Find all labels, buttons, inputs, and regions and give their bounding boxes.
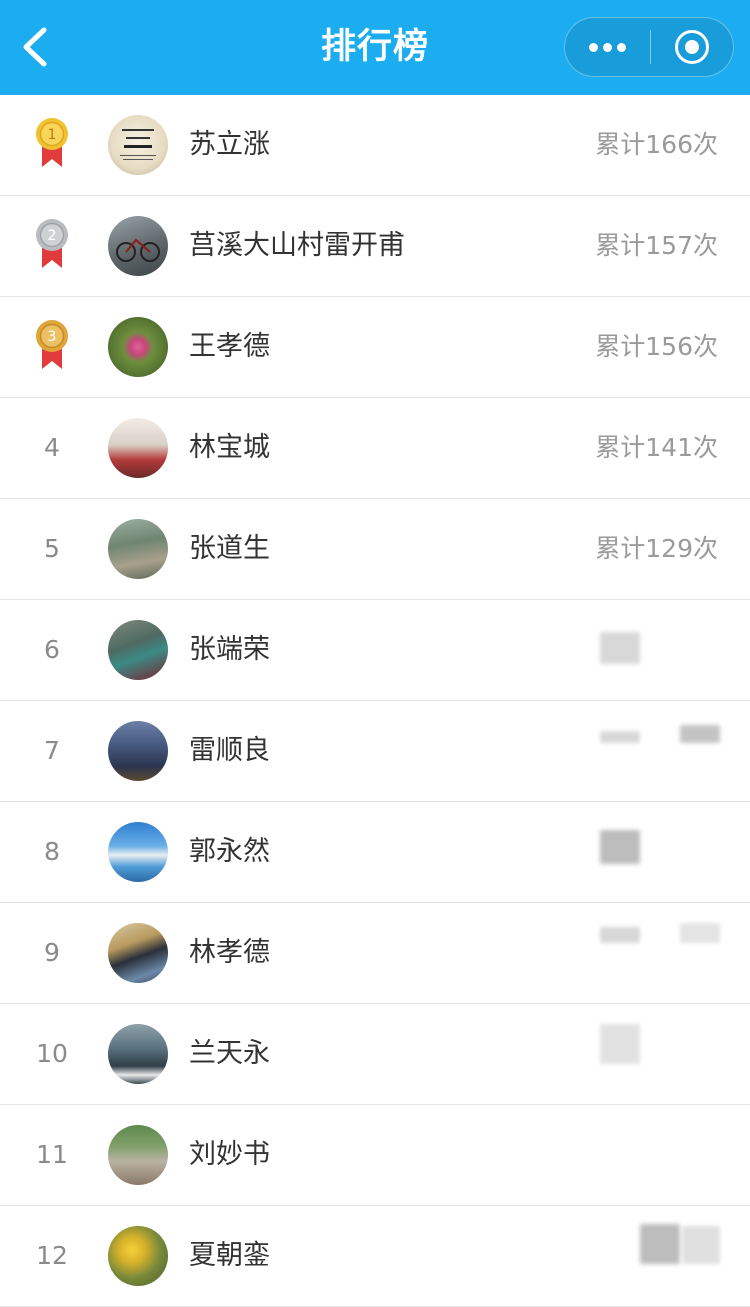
avatar[interactable]	[108, 317, 168, 377]
ranking-row[interactable]: 6 张端荣	[0, 600, 750, 701]
redacted-score	[600, 632, 640, 664]
score-count: 累计157次	[595, 231, 718, 260]
user-name: 莒溪大山村雷开甫	[189, 230, 405, 261]
user-name: 王孝德	[189, 331, 270, 362]
gold-medal-icon: 1	[36, 118, 68, 167]
redacted-score	[600, 1024, 640, 1064]
user-name: 夏朝銮	[189, 1240, 270, 1271]
user-name: 林宝城	[189, 432, 270, 463]
score-count: 累计141次	[595, 433, 718, 462]
rank-number: 12	[36, 1241, 68, 1270]
ranking-row[interactable]: 3 王孝德 累计156次	[0, 297, 750, 398]
ranking-row[interactable]: 2 莒溪大山村雷开甫 累计157次	[0, 196, 750, 297]
ranking-row[interactable]: 10 兰天永	[0, 1004, 750, 1105]
redacted-score	[680, 923, 720, 943]
avatar[interactable]	[108, 822, 168, 882]
score-count: 累计129次	[595, 534, 718, 563]
avatar[interactable]	[108, 620, 168, 680]
close-button[interactable]	[651, 18, 733, 76]
ranking-row[interactable]: 1 苏立涨 累计166次	[0, 95, 750, 196]
medal-rank-number: 2	[48, 228, 57, 244]
ranking-row[interactable]: 12 夏朝銮	[0, 1206, 750, 1307]
avatar[interactable]	[108, 418, 168, 478]
redacted-score	[680, 725, 720, 743]
avatar[interactable]	[108, 923, 168, 983]
user-name: 雷顺良	[189, 735, 270, 766]
avatar[interactable]	[108, 721, 168, 781]
redacted-score	[682, 1226, 720, 1264]
avatar[interactable]	[108, 216, 168, 276]
rank-number: 10	[36, 1039, 68, 1068]
user-name: 张端荣	[189, 634, 270, 665]
redacted-score	[600, 830, 640, 864]
avatar[interactable]	[108, 1024, 168, 1084]
avatar[interactable]	[108, 115, 168, 175]
nav-bar: 排行榜	[0, 0, 750, 95]
rank-number: 7	[44, 736, 60, 765]
medal-rank-number: 1	[48, 127, 57, 143]
user-name: 刘妙书	[189, 1139, 270, 1170]
redacted-score	[600, 927, 640, 943]
score-count: 累计166次	[595, 130, 718, 159]
user-name: 苏立涨	[189, 129, 270, 160]
user-name: 兰天永	[189, 1038, 270, 1069]
redacted-score	[600, 731, 640, 743]
silver-medal-icon: 2	[36, 219, 68, 268]
score-count: 累计156次	[595, 332, 718, 361]
rank-number: 5	[44, 534, 60, 563]
ranking-row[interactable]: 8 郭永然	[0, 802, 750, 903]
rank-number: 9	[44, 938, 60, 967]
redacted-score	[640, 1224, 680, 1264]
user-name: 张道生	[189, 533, 270, 564]
user-name: 郭永然	[189, 836, 270, 867]
ranking-row[interactable]: 5 张道生 累计129次	[0, 499, 750, 600]
ranking-row[interactable]: 7 雷顺良	[0, 701, 750, 802]
avatar[interactable]	[108, 519, 168, 579]
rank-number: 6	[44, 635, 60, 664]
miniprogram-capsule	[564, 17, 734, 77]
rank-number: 8	[44, 837, 60, 866]
avatar[interactable]	[108, 1226, 168, 1286]
ranking-list: 1 苏立涨 累计166次 2 莒溪大山村雷开甫 累计157次 3 王孝德 累计1…	[0, 95, 750, 1307]
bronze-medal-icon: 3	[36, 320, 68, 369]
ranking-row[interactable]: 9 林孝德	[0, 903, 750, 1004]
rank-number: 4	[44, 433, 60, 462]
avatar[interactable]	[108, 1125, 168, 1185]
rank-number: 11	[36, 1140, 68, 1169]
ranking-row[interactable]: 11 刘妙书	[0, 1105, 750, 1206]
medal-rank-number: 3	[48, 329, 57, 345]
ranking-row[interactable]: 4 林宝城 累计141次	[0, 398, 750, 499]
user-name: 林孝德	[189, 937, 270, 968]
more-button[interactable]	[565, 18, 650, 76]
